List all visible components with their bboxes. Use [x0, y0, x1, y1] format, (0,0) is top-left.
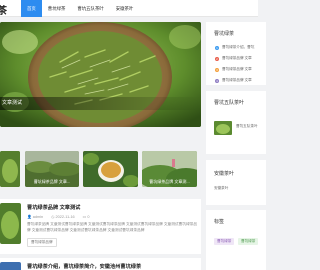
article-thumbnail[interactable]: [0, 262, 21, 270]
nav-anhui-tea[interactable]: 安徽茶叶: [110, 0, 140, 17]
thumbnail-card[interactable]: [0, 151, 20, 187]
article-thumbnail[interactable]: [0, 203, 21, 244]
featured-thumbnails: 曹坑绿茶品牌 文章... 曹坑绿茶品牌 文章测...: [0, 151, 201, 188]
tea-cup-image: [83, 151, 138, 187]
article-tag[interactable]: 曹坑绿茶品牌: [27, 238, 57, 247]
article-title[interactable]: 曹坑绿茶品牌 文章测试: [27, 204, 80, 211]
tag-chip[interactable]: 曹坑绿茶: [238, 238, 259, 245]
article-comments[interactable]: ▭ 0: [83, 214, 90, 219]
tag-chip[interactable]: 曹坑绿茶: [214, 238, 235, 245]
article-author[interactable]: 👤 admin: [27, 214, 43, 219]
rank-list-item[interactable]: 2 曹坑绿茶品牌 文章: [215, 56, 252, 61]
comment-icon: ▭: [82, 215, 87, 219]
rank-list-item[interactable]: 1 曹坑绿茶介绍，曹坑: [215, 45, 254, 50]
category-item-label[interactable]: 安徽茶叶: [214, 186, 228, 191]
site-logo[interactable]: 茶: [0, 2, 7, 17]
tea-leaves-image: [0, 151, 20, 187]
article-item: 曹坑绿茶介绍，曹坑绿茶简介，安徽池州曹坑绿茶: [0, 258, 201, 270]
article-summary: 曹坑绿茶品牌 文章测试曹坑绿茶品牌 文章测试曹坑绿茶品牌 文章测试曹坑绿茶品牌 …: [27, 222, 198, 232]
rank-item-label: 曹坑绿茶品牌 文章: [222, 56, 252, 60]
article-title[interactable]: 曹坑绿茶介绍，曹坑绿茶简介，安徽池州曹坑绿茶: [27, 263, 141, 270]
article-meta: 👤 admin ◷ 2022-11-16 ▭ 0: [27, 214, 89, 219]
category-thumbnail[interactable]: [214, 121, 232, 135]
rank-badge: 2: [215, 56, 219, 61]
top-header: 茶 首页 曹坑绿茶 曹坑五队茶叶 安徽茶叶: [0, 0, 258, 17]
article-item: 曹坑绿茶品牌 文章测试 👤 admin ◷ 2022-11-16 ▭ 0 曹坑绿…: [0, 199, 201, 254]
tea-leaves-image: [214, 121, 232, 135]
rank-item-label: 曹坑绿茶品牌 文章: [222, 67, 252, 71]
rank-badge: 3: [215, 67, 219, 72]
thumbnail-card[interactable]: [83, 151, 138, 187]
nav-caokeng-wudui-tea[interactable]: 曹坑五队茶叶: [71, 0, 109, 17]
category-item-label[interactable]: 曹坑五队茶叶: [236, 124, 258, 129]
thumbnail-card[interactable]: 曹坑绿茶品牌 文章测...: [142, 151, 197, 187]
card-title[interactable]: 曹坑五队茶叶: [214, 99, 244, 106]
tea-basket-image: [0, 22, 201, 127]
card-title[interactable]: 安徽茶叶: [214, 170, 234, 177]
hero-slide[interactable]: 文章测试: [0, 22, 201, 127]
sidebar-category-card: 曹坑五队茶叶 曹坑五队茶叶: [206, 91, 266, 154]
rank-badge: 4: [215, 78, 219, 83]
rank-list-item[interactable]: 3 曹坑绿茶品牌 文章: [215, 67, 252, 72]
nav-home[interactable]: 首页: [21, 0, 42, 17]
card-title[interactable]: 曹坑绿茶: [214, 30, 234, 37]
rank-badge: 1: [215, 45, 219, 50]
rank-item-label: 曹坑绿茶介绍，曹坑: [222, 45, 255, 49]
sidebar-category-card: 安徽茶叶 安徽茶叶: [206, 160, 266, 205]
article-date: ◷ 2022-11-16: [51, 215, 75, 219]
thumbnail-card[interactable]: 曹坑绿茶品牌 文章...: [25, 151, 79, 187]
rank-list-item[interactable]: 4 曹坑绿茶品牌 文章: [215, 78, 252, 83]
nav-caokeng-green-tea[interactable]: 曹坑绿茶: [42, 0, 72, 17]
sidebar-category-card: 曹坑绿茶 1 曹坑绿茶介绍，曹坑 2 曹坑绿茶品牌 文章 3 曹坑绿茶品牌 文章…: [206, 22, 266, 85]
thumbnail-caption: 曹坑绿茶品牌 文章测...: [149, 179, 190, 184]
card-title: 标签: [214, 219, 225, 225]
clock-icon: ◷: [51, 215, 55, 219]
rank-item-label: 曹坑绿茶品牌 文章: [222, 78, 252, 82]
main-nav: 首页 曹坑绿茶 曹坑五队茶叶 安徽茶叶: [21, 0, 139, 17]
hero-caption[interactable]: 文章测试: [0, 97, 201, 110]
sidebar-tags-card: 标签 曹坑绿茶 曹坑绿茶: [206, 210, 266, 270]
tea-leaves-image: [0, 203, 21, 244]
user-icon: 👤: [27, 215, 32, 219]
thumbnail-caption: 曹坑绿茶品牌 文章...: [33, 179, 71, 184]
